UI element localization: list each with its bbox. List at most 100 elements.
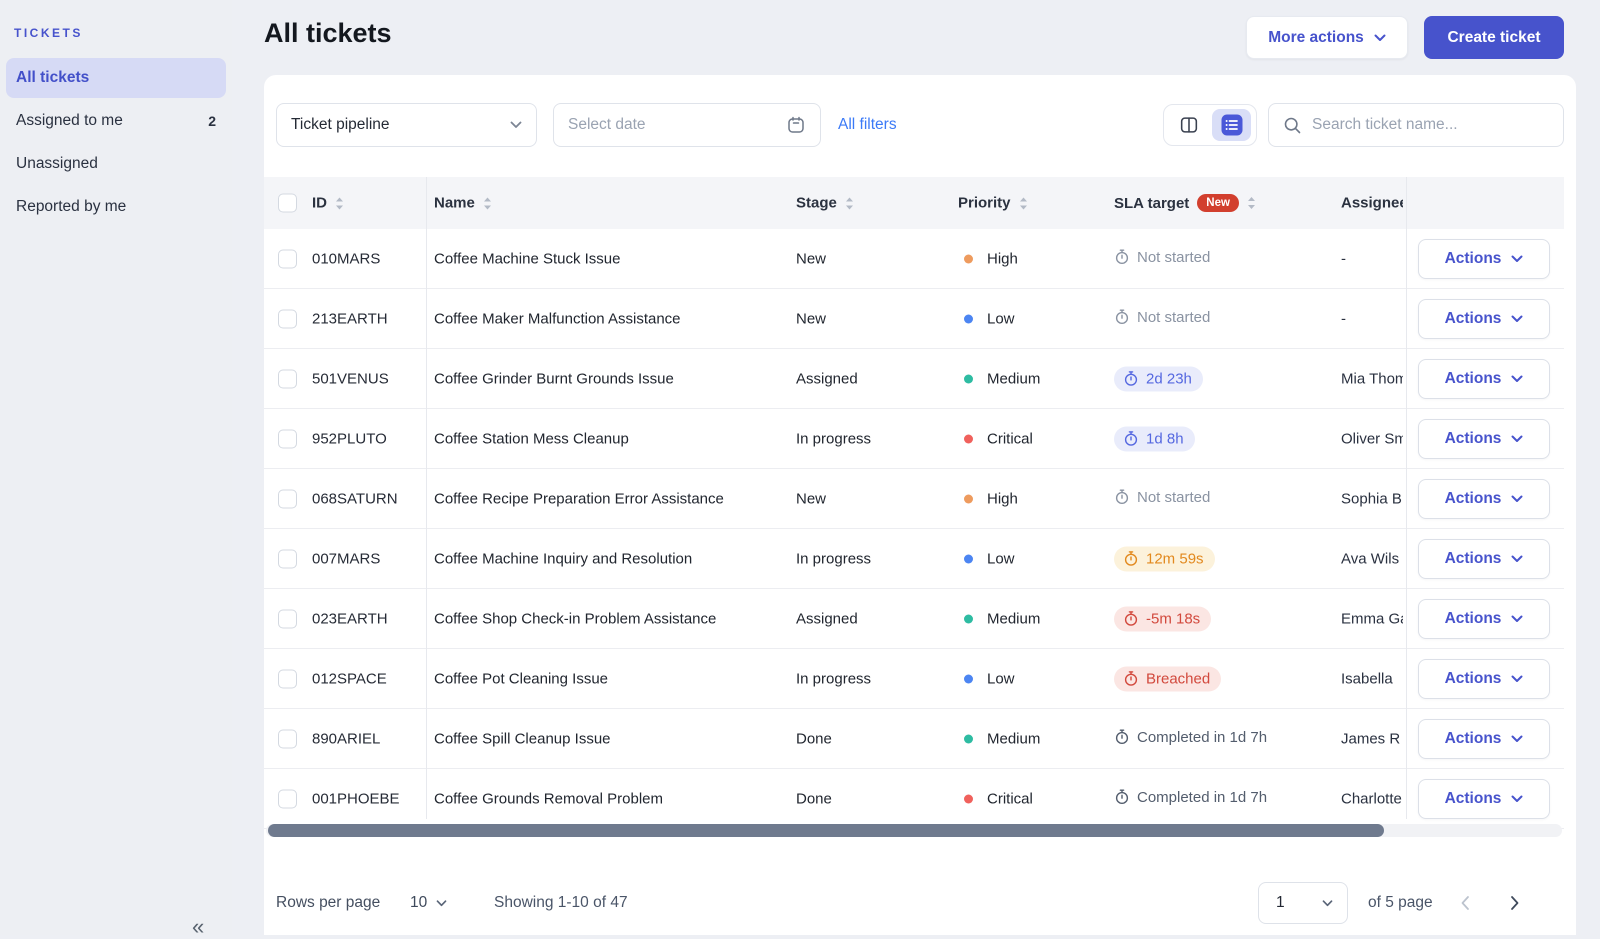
stopwatch-icon xyxy=(1123,611,1139,627)
stopwatch-icon xyxy=(1123,371,1139,387)
priority-dot-icon xyxy=(964,554,973,563)
sidebar: TICKETS All tickets Assigned to me 2 Una… xyxy=(0,0,232,935)
assigned-count-badge: 2 xyxy=(208,113,216,129)
ticket-priority: Critical xyxy=(964,430,1033,447)
priority-dot-icon xyxy=(964,314,973,323)
row-checkbox[interactable] xyxy=(278,549,297,568)
sort-icon[interactable] xyxy=(1247,196,1256,210)
row-checkbox[interactable] xyxy=(278,669,297,688)
pipeline-select-value: Ticket pipeline xyxy=(291,116,390,134)
stopwatch-icon xyxy=(1114,309,1130,325)
next-page-button[interactable] xyxy=(1510,895,1520,911)
ticket-name: Coffee Machine Inquiry and Resolution xyxy=(434,550,692,567)
pipeline-select[interactable]: Ticket pipeline xyxy=(276,103,537,147)
sidebar-item-label: Unassigned xyxy=(16,155,98,173)
pinned-actions-column-divider xyxy=(1406,177,1407,819)
row-actions-button[interactable]: Actions xyxy=(1418,359,1550,399)
ticket-stage: New xyxy=(796,490,826,507)
horizontal-scrollbar-thumb[interactable] xyxy=(268,824,1384,837)
row-checkbox[interactable] xyxy=(278,729,297,748)
chevron-down-icon xyxy=(1511,675,1523,683)
stopwatch-icon xyxy=(1123,551,1139,567)
page-number-select[interactable]: 1 xyxy=(1258,882,1348,924)
priority-dot-icon xyxy=(964,674,973,683)
ticket-id: 010MARS xyxy=(312,250,380,267)
row-checkbox[interactable] xyxy=(278,249,297,268)
ticket-id: 890ARIEL xyxy=(312,730,380,747)
sort-icon[interactable] xyxy=(845,196,854,210)
previous-page-button[interactable] xyxy=(1460,895,1470,911)
ticket-assignee: Mia Thom xyxy=(1341,370,1403,387)
ticket-stage: New xyxy=(796,310,826,327)
row-checkbox[interactable] xyxy=(278,789,297,808)
row-actions-button[interactable]: Actions xyxy=(1418,539,1550,579)
ticket-id: 952PLUTO xyxy=(312,430,387,447)
horizontal-scrollbar-track[interactable] xyxy=(266,824,1562,837)
chevron-down-icon xyxy=(1511,735,1523,743)
pinned-left-column-divider xyxy=(426,177,427,819)
ticket-name: Coffee Grounds Removal Problem xyxy=(434,790,663,807)
ticket-assignee: James R xyxy=(1341,730,1403,747)
search-icon xyxy=(1283,116,1302,135)
board-view-toggle[interactable] xyxy=(1169,109,1208,141)
row-checkbox[interactable] xyxy=(278,489,297,508)
row-checkbox[interactable] xyxy=(278,309,297,328)
all-filters-link[interactable]: All filters xyxy=(838,116,897,134)
row-actions-button[interactable]: Actions xyxy=(1418,239,1550,279)
search-input[interactable]: Search ticket name... xyxy=(1268,103,1564,147)
stopwatch-icon xyxy=(1114,249,1130,265)
create-ticket-button[interactable]: Create ticket xyxy=(1424,16,1564,59)
priority-dot-icon xyxy=(964,434,973,443)
ticket-id: 068SATURN xyxy=(312,490,398,507)
more-actions-button[interactable]: More actions xyxy=(1246,16,1408,59)
row-actions-button[interactable]: Actions xyxy=(1418,659,1550,699)
sla-target-value: Not started xyxy=(1114,488,1210,509)
chevron-down-icon xyxy=(510,121,522,129)
sla-target-value: 1d 8h xyxy=(1114,426,1195,451)
ticket-priority: Medium xyxy=(964,370,1040,387)
row-actions-button[interactable]: Actions xyxy=(1418,599,1550,639)
column-header-sla-target: SLA target xyxy=(1114,195,1189,212)
row-actions-button[interactable]: Actions xyxy=(1418,479,1550,519)
ticket-assignee: Ava Wils xyxy=(1341,550,1403,567)
view-toggle xyxy=(1163,104,1257,146)
chevron-down-icon xyxy=(1511,615,1523,623)
date-input[interactable]: Select date xyxy=(553,103,821,147)
chevron-down-icon xyxy=(1511,795,1523,803)
stopwatch-icon xyxy=(1123,671,1139,687)
row-actions-button[interactable]: Actions xyxy=(1418,299,1550,339)
priority-dot-icon xyxy=(964,614,973,623)
table-row: 001PHOEBE Coffee Grounds Removal Problem… xyxy=(264,769,1564,829)
sidebar-item-label: Assigned to me xyxy=(16,112,123,130)
table-row: 068SATURN Coffee Recipe Preparation Erro… xyxy=(264,469,1564,529)
rows-per-page-select[interactable]: 10 xyxy=(410,894,447,912)
list-view-toggle[interactable] xyxy=(1212,109,1251,141)
sla-target-value: Not started xyxy=(1114,308,1210,329)
sidebar-item-unassigned[interactable]: Unassigned xyxy=(6,144,226,184)
row-actions-button[interactable]: Actions xyxy=(1418,419,1550,459)
ticket-name: Coffee Station Mess Cleanup xyxy=(434,430,629,447)
sort-icon[interactable] xyxy=(335,196,344,210)
more-actions-label: More actions xyxy=(1268,29,1364,47)
row-actions-button[interactable]: Actions xyxy=(1418,779,1550,819)
row-actions-button[interactable]: Actions xyxy=(1418,719,1550,759)
rows-per-page-label: Rows per page xyxy=(276,894,380,912)
sla-target-value: 12m 59s xyxy=(1114,546,1215,571)
sidebar-item-reported-by-me[interactable]: Reported by me xyxy=(6,187,226,227)
chevron-down-icon xyxy=(1322,900,1333,907)
new-feature-badge: New xyxy=(1197,194,1239,212)
row-checkbox[interactable] xyxy=(278,429,297,448)
collapse-sidebar-icon[interactable]: « xyxy=(192,920,204,934)
ticket-id: 012SPACE xyxy=(312,670,387,687)
sort-icon[interactable] xyxy=(483,196,492,210)
column-header-priority: Priority xyxy=(958,195,1011,212)
row-checkbox[interactable] xyxy=(278,609,297,628)
row-checkbox[interactable] xyxy=(278,369,297,388)
select-all-checkbox[interactable] xyxy=(278,194,297,213)
ticket-stage: Assigned xyxy=(796,610,858,627)
sidebar-item-assigned-to-me[interactable]: Assigned to me 2 xyxy=(6,101,226,141)
sidebar-item-all-tickets[interactable]: All tickets xyxy=(6,58,226,98)
column-header-stage: Stage xyxy=(796,195,837,212)
create-ticket-label: Create ticket xyxy=(1447,29,1540,47)
sort-icon[interactable] xyxy=(1019,196,1028,210)
